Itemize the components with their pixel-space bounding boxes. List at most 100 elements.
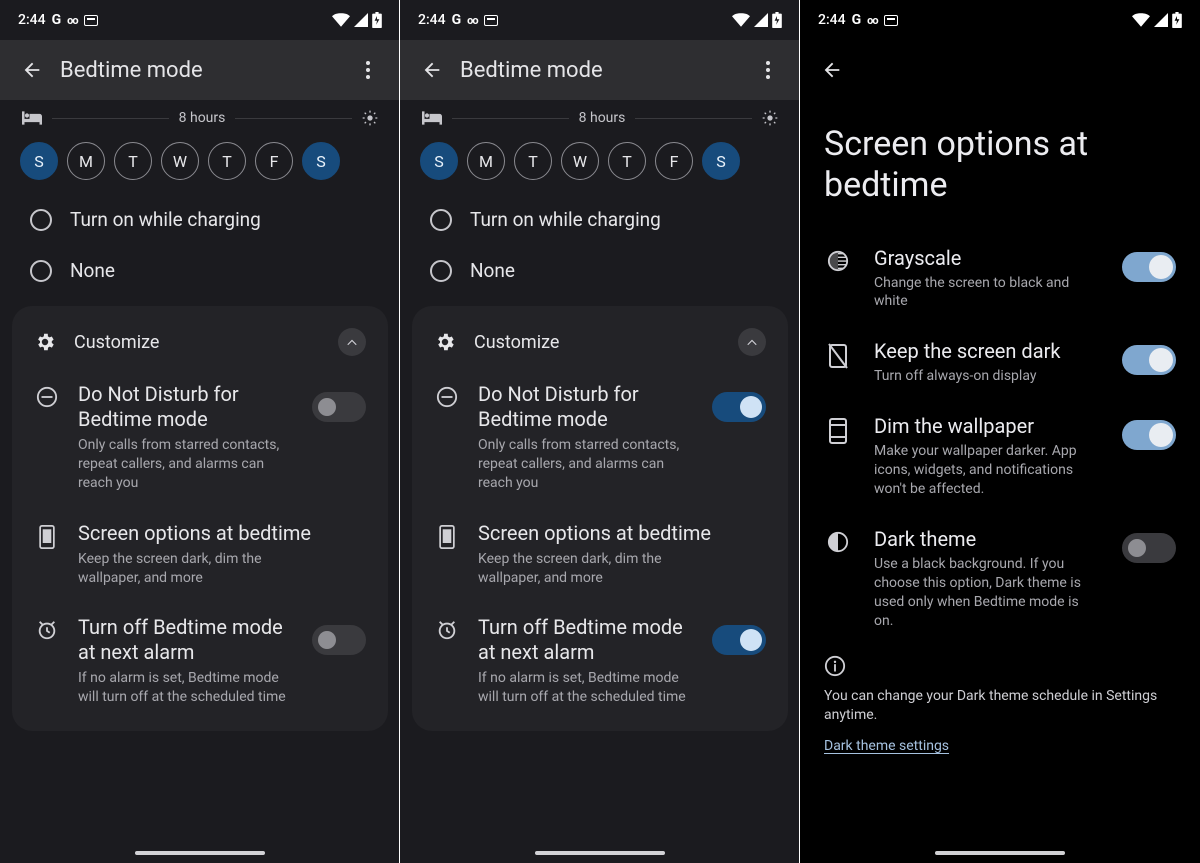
battery-icon [772, 12, 782, 28]
day-chip[interactable]: F [255, 142, 293, 180]
toggle-dnd[interactable] [312, 392, 366, 422]
radio-turn-on-charging[interactable]: Turn on while charging [0, 194, 400, 245]
row-title: Do Not Disturb for Bedtime mode [478, 382, 694, 432]
app-bar: Bedtime mode [400, 40, 800, 100]
day-chip[interactable]: T [208, 142, 246, 180]
day-chip[interactable]: S [302, 142, 340, 180]
day-chip[interactable]: T [608, 142, 646, 180]
bed-icon [22, 111, 42, 125]
info-block: You can change your Dark theme schedule … [800, 645, 1200, 754]
row-title: Turn off Bedtime mode at next alarm [78, 615, 294, 665]
dark-theme-settings-link[interactable]: Dark theme settings [824, 738, 949, 754]
day-chip[interactable]: S [702, 142, 740, 180]
row-dark-theme[interactable]: Dark theme Use a black background. If yo… [800, 513, 1200, 645]
sun-icon [362, 110, 378, 126]
day-chip[interactable]: F [655, 142, 693, 180]
signal-icon [754, 13, 768, 27]
radio-none[interactable]: None [0, 245, 400, 296]
gesture-bar[interactable] [135, 851, 265, 855]
radio-label: Turn on while charging [470, 208, 661, 231]
row-dnd[interactable]: Do Not Disturb for Bedtime mode Only cal… [412, 368, 788, 507]
sun-icon [762, 110, 778, 126]
radio-label: Turn on while charging [70, 208, 261, 231]
row-title: Dim the wallpaper [874, 414, 1100, 438]
radio-none[interactable]: None [400, 245, 800, 296]
pane-bedtime-off: 2:44 G oo Bedtime mode 8 hours [0, 0, 400, 863]
row-turn-off-alarm[interactable]: Turn off Bedtime mode at next alarm If n… [412, 601, 788, 721]
google-icon: G [452, 12, 462, 28]
today-icon [84, 15, 98, 26]
today-icon [884, 15, 898, 26]
day-chip[interactable]: S [20, 142, 58, 180]
radio-icon [430, 209, 452, 231]
day-selector: SMTWTFS [400, 132, 800, 186]
chevron-up-icon [345, 335, 359, 349]
customize-card: Customize Do Not Disturb for Bedtime mod… [412, 306, 788, 731]
toggle-alarm-off[interactable] [312, 625, 366, 655]
row-turn-off-alarm[interactable]: Turn off Bedtime mode at next alarm If n… [12, 601, 388, 721]
collapse-button[interactable] [738, 328, 766, 356]
row-desc: Turn off always-on display [874, 367, 1100, 386]
info-text: You can change your Dark theme schedule … [824, 687, 1176, 726]
battery-icon [372, 12, 382, 28]
toggle-alarm-off[interactable] [712, 625, 766, 655]
row-desc: Change the screen to black and white [874, 274, 1100, 312]
row-grayscale[interactable]: Grayscale Change the screen to black and… [800, 232, 1200, 326]
day-chip[interactable]: W [561, 142, 599, 180]
more-vert-icon [766, 61, 770, 79]
customize-header[interactable]: Customize [12, 306, 388, 368]
signal-icon [354, 13, 368, 27]
overflow-button[interactable] [748, 50, 788, 90]
arrow-left-icon [821, 59, 843, 81]
overflow-button[interactable] [348, 50, 388, 90]
row-dim-wallpaper[interactable]: Dim the wallpaper Make your wallpaper da… [800, 400, 1200, 513]
customize-header[interactable]: Customize [412, 306, 788, 368]
collapse-button[interactable] [338, 328, 366, 356]
day-chip[interactable]: M [467, 142, 505, 180]
radio-icon [430, 260, 452, 282]
dnd-icon [436, 386, 458, 408]
row-title: Keep the screen dark [874, 339, 1100, 363]
toggle-dark-theme[interactable] [1122, 533, 1176, 563]
duration-text: 8 hours [179, 110, 226, 126]
day-chip[interactable]: W [161, 142, 199, 180]
page-title: Bedtime mode [52, 58, 348, 83]
arrow-left-icon [21, 59, 43, 81]
radio-turn-on-charging[interactable]: Turn on while charging [400, 194, 800, 245]
back-button[interactable] [812, 50, 852, 90]
row-title: Grayscale [874, 246, 1100, 270]
radio-label: None [70, 259, 115, 282]
row-dnd[interactable]: Do Not Disturb for Bedtime mode Only cal… [12, 368, 388, 507]
more-vert-icon [366, 61, 370, 79]
toggle-keep-dark[interactable] [1122, 345, 1176, 375]
row-title: Dark theme [874, 527, 1100, 551]
back-button[interactable] [12, 50, 52, 90]
toggle-dnd[interactable] [712, 392, 766, 422]
status-bar: 2:44 G oo [0, 0, 400, 40]
chevron-up-icon [745, 335, 759, 349]
status-bar: 2:44 G oo [400, 0, 800, 40]
tonality-icon [827, 250, 849, 272]
pane-bedtime-on: 2:44 G oo Bedtime mode 8 hours [400, 0, 800, 863]
voicemail-icon: oo [867, 14, 877, 27]
toggle-grayscale[interactable] [1122, 252, 1176, 282]
wifi-icon [1132, 13, 1150, 27]
day-chip[interactable]: M [67, 142, 105, 180]
day-chip[interactable]: S [420, 142, 458, 180]
alarm-icon [436, 619, 458, 641]
row-screen-options[interactable]: Screen options at bedtime Keep the scree… [12, 507, 388, 602]
row-screen-options[interactable]: Screen options at bedtime Keep the scree… [412, 507, 788, 602]
app-bar: Bedtime mode [0, 40, 400, 100]
phone-icon [437, 525, 457, 549]
gesture-bar[interactable] [935, 851, 1065, 855]
gear-icon [434, 331, 456, 353]
arrow-left-icon [421, 59, 443, 81]
row-desc: Use a black background. If you choose th… [874, 555, 1100, 631]
back-button[interactable] [412, 50, 452, 90]
day-chip[interactable]: T [114, 142, 152, 180]
toggle-dim-wallpaper[interactable] [1122, 420, 1176, 450]
day-chip[interactable]: T [514, 142, 552, 180]
row-keep-screen-dark[interactable]: Keep the screen dark Turn off always-on … [800, 325, 1200, 400]
gesture-bar[interactable] [535, 851, 665, 855]
half-circle-icon [827, 531, 849, 553]
